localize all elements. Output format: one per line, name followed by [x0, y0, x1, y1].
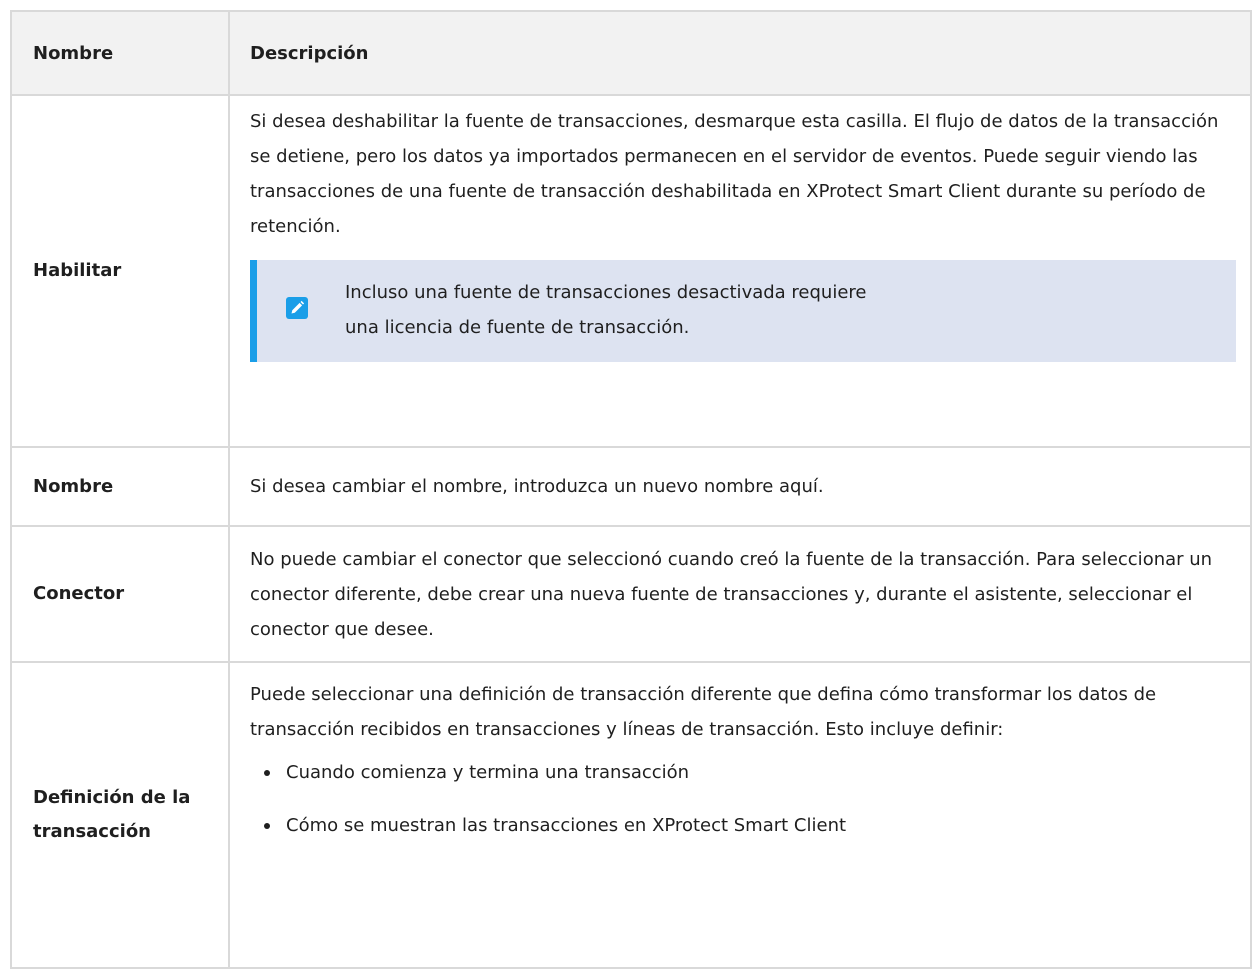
table-row: Habilitar Si desea deshabilitar la fuent… — [10, 94, 1252, 448]
table-header-row: Nombre Descripción — [10, 10, 1252, 96]
properties-table: Nombre Descripción Habilitar Si desea de… — [10, 10, 1252, 969]
bullet-icon — [264, 823, 270, 829]
table-row: Definición de la transacción Puede selec… — [10, 661, 1252, 969]
table-row: Conector No puede cambiar el conector qu… — [10, 525, 1252, 663]
row-description-enable: Si desea deshabilitar la fuente de trans… — [228, 94, 1252, 448]
enable-description: Si desea deshabilitar la fuente de trans… — [250, 111, 1219, 237]
note-box: Incluso una fuente de transacciones desa… — [250, 260, 1236, 362]
row-description-nombre: Si desea cambiar el nombre, introduzca u… — [228, 446, 1252, 527]
row-name-enable: Habilitar — [10, 94, 230, 448]
header-name: Nombre — [10, 10, 230, 96]
definition-description: Puede seleccionar una definición de tran… — [250, 684, 1157, 740]
table-row: Nombre Si desea cambiar el nombre, intro… — [10, 446, 1252, 527]
row-name-nombre: Nombre — [10, 446, 230, 527]
list-item: Cómo se muestran las transacciones en XP… — [264, 808, 1236, 843]
list-item-text: Cómo se muestran las transacciones en XP… — [286, 815, 847, 836]
list-item-text: Cuando comienza y termina una transacció… — [286, 762, 690, 783]
definition-bullet-list: Cuando comienza y termina una transacció… — [250, 755, 1236, 843]
list-item: Cuando comienza y termina una transacció… — [264, 755, 1236, 790]
row-name-connector: Conector — [10, 525, 230, 663]
header-description: Descripción — [228, 10, 1252, 96]
bullet-icon — [264, 770, 270, 776]
row-description-connector: No puede cambiar el conector que selecci… — [228, 525, 1252, 663]
pencil-icon — [286, 297, 308, 319]
row-name-definition: Definición de la transacción — [10, 661, 230, 969]
row-description-definition: Puede seleccionar una definición de tran… — [228, 661, 1252, 969]
note-text: Incluso una fuente de transacciones desa… — [345, 282, 867, 338]
